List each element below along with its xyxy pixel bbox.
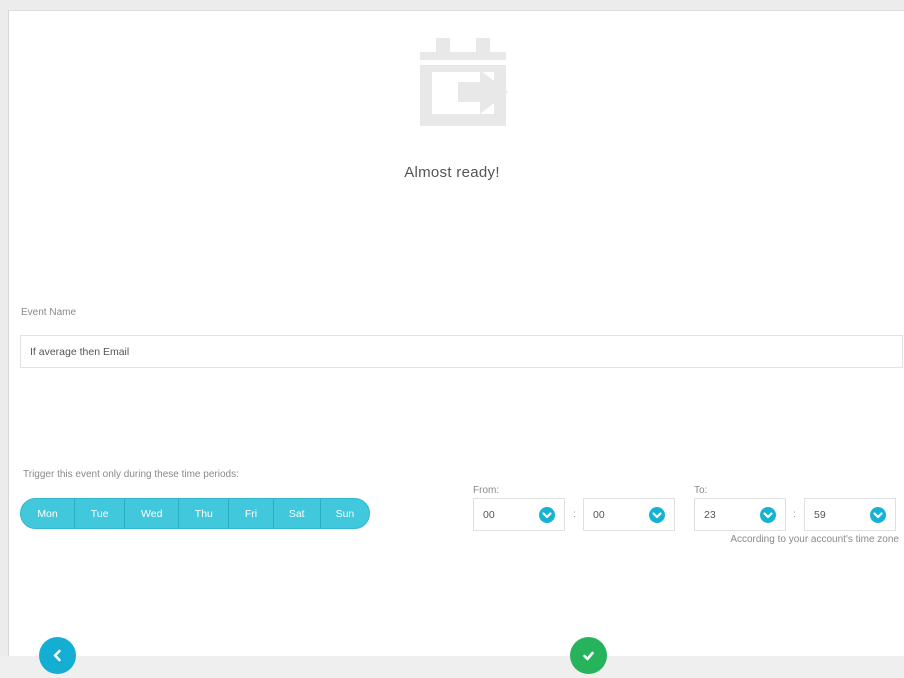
- chevron-down-icon: [649, 507, 665, 523]
- day-toggle-mon[interactable]: Mon: [21, 499, 76, 528]
- day-toggle-tue[interactable]: Tue: [75, 499, 126, 528]
- day-toggle-sat[interactable]: Sat: [274, 499, 321, 528]
- from-hour-value: 00: [483, 509, 495, 521]
- to-minute-select[interactable]: 59: [804, 498, 896, 531]
- to-hour-select[interactable]: 23: [694, 498, 786, 531]
- confirm-button[interactable]: [570, 637, 607, 674]
- checkmark-icon: [583, 651, 594, 661]
- to-label: To:: [694, 485, 708, 496]
- day-toggle-thu[interactable]: Thu: [179, 499, 230, 528]
- to-hour-value: 23: [704, 509, 716, 521]
- page-title: Almost ready!: [404, 164, 500, 181]
- trigger-period-label: Trigger this event only during these tim…: [23, 469, 239, 480]
- timezone-note: According to your account's time zone: [730, 534, 899, 545]
- from-label: From:: [473, 485, 500, 496]
- weekday-selector: Mon Tue Wed Thu Fri Sat Sun: [20, 498, 370, 529]
- event-name-label: Event Name: [21, 307, 77, 318]
- chevron-left-icon: [53, 649, 61, 662]
- back-button[interactable]: [39, 637, 76, 674]
- day-toggle-fri[interactable]: Fri: [229, 499, 274, 528]
- footer-bar: [0, 656, 904, 678]
- from-minute-value: 00: [593, 509, 605, 521]
- day-toggle-wed[interactable]: Wed: [125, 499, 180, 528]
- chevron-down-icon: [539, 507, 555, 523]
- from-hour-select[interactable]: 00: [473, 498, 565, 531]
- chevron-down-icon: [870, 507, 886, 523]
- day-toggle-sun[interactable]: Sun: [321, 499, 369, 528]
- calendar-arrow-icon: [418, 38, 508, 128]
- to-time-separator: :: [793, 508, 796, 520]
- event-name-input[interactable]: [20, 335, 903, 368]
- from-time-separator: :: [573, 508, 576, 520]
- to-minute-value: 59: [814, 509, 826, 521]
- chevron-down-icon: [760, 507, 776, 523]
- from-minute-select[interactable]: 00: [583, 498, 675, 531]
